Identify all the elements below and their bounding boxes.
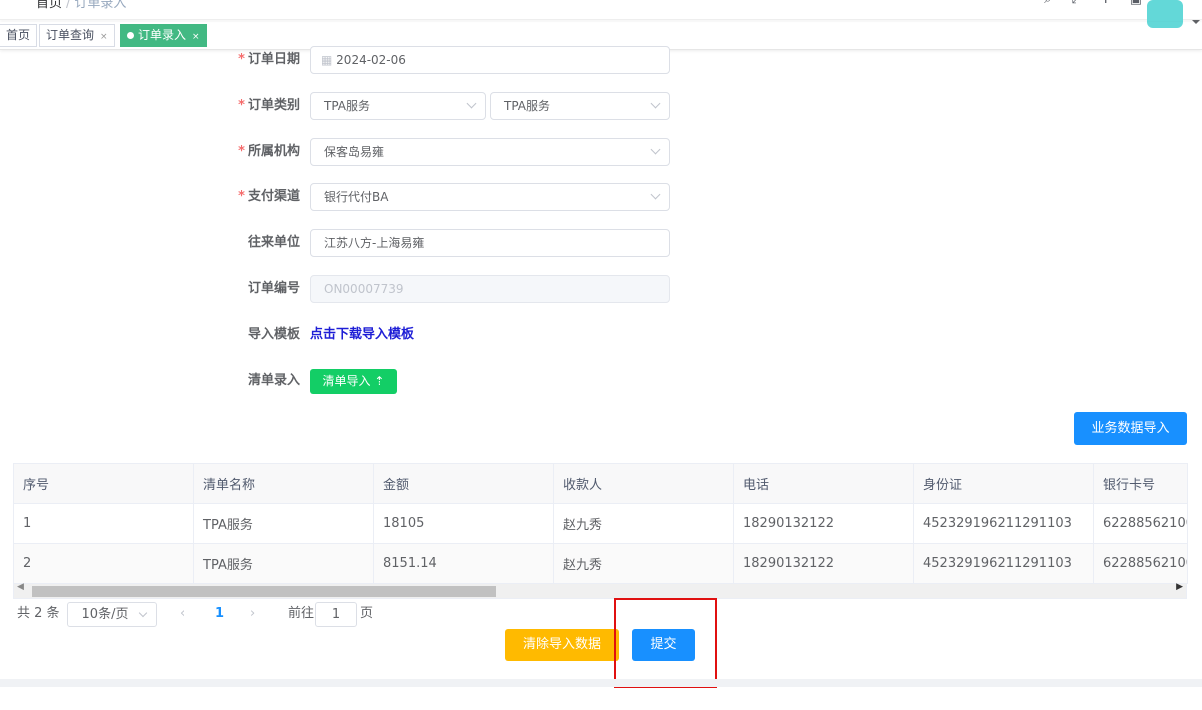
col-header: 电话 <box>733 463 914 504</box>
close-icon[interactable]: × <box>192 32 200 42</box>
table-row: 2 TPA服务 8151.14 赵九秀 18290132122 4523291962112… <box>13 543 1188 584</box>
chevron-down-icon <box>466 98 477 109</box>
next-page-icon[interactable]: › <box>250 602 255 626</box>
template-label: 导入模板 <box>247 327 300 342</box>
fullscreen-icon[interactable]: ⤢ <box>1071 0 1081 7</box>
col-header: 序号 <box>13 463 194 504</box>
highlight-box <box>614 598 717 688</box>
order-date-picker[interactable]: ▦ 2024-02-06 <box>310 46 670 74</box>
order-type-select-2[interactable]: TPA服务 <box>490 92 670 120</box>
col-header: 收款人 <box>553 463 734 504</box>
scrollbar-thumb[interactable] <box>32 586 496 597</box>
calendar-icon: ▦ <box>321 53 333 67</box>
layout-icon[interactable]: ▣ <box>1130 0 1142 7</box>
divider <box>0 679 1202 687</box>
prev-page-icon[interactable]: ‹ <box>180 602 185 626</box>
order-type-select-1[interactable]: TPA服务 <box>310 92 486 120</box>
chevron-down-icon <box>650 189 661 200</box>
upload-icon: ⇡ <box>374 374 385 388</box>
col-header: 金额 <box>373 463 554 504</box>
breadcrumb: 首页 / 订单录入 <box>36 0 126 11</box>
chevron-down-icon <box>138 608 148 618</box>
scroll-right-icon: ▶ <box>1176 582 1183 592</box>
pagination-total: 共 2 条 <box>17 606 60 621</box>
clear-import-button[interactable]: 清除导入数据 <box>505 629 619 661</box>
col-header: 银行卡号 <box>1093 463 1188 504</box>
order-type-label: 订单类别 <box>247 98 300 113</box>
biz-data-import-button[interactable]: 业务数据导入 <box>1074 412 1187 445</box>
search-icon[interactable]: ⌕ <box>1044 0 1051 7</box>
page-number[interactable]: 1 <box>215 602 224 626</box>
page-size-select[interactable]: 10条/页 <box>67 602 157 627</box>
col-header: 清单名称 <box>193 463 374 504</box>
chevron-down-icon <box>650 98 661 109</box>
list-entry-label: 清单录入 <box>247 373 300 388</box>
org-select[interactable]: 保客岛易雍 <box>310 138 670 166</box>
order-no-input: ON00007739 <box>310 275 670 303</box>
tab-order-entry[interactable]: 订单录入 × <box>120 24 207 47</box>
tab-home[interactable]: 首页 <box>0 24 38 47</box>
breadcrumb-home[interactable]: 首页 <box>36 0 62 11</box>
top-navbar: 首页/订单录入 ⌕ ⤢ T ▣ <box>0 0 1202 20</box>
pay-channel-label: 支付渠道 <box>247 189 300 204</box>
org-label: 所属机构 <box>247 144 300 159</box>
import-table: 序号 清单名称 金额 收款人 电话 身份证 银行卡号 1 TPA服务 18105 赵九秀 18290… <box>13 463 1188 584</box>
size-icon[interactable]: T <box>1102 0 1110 7</box>
partner-label: 往来单位 <box>247 235 300 250</box>
horizontal-scrollbar[interactable]: ◀ ▶ <box>13 582 1187 599</box>
goto-label: 前往 <box>288 606 315 621</box>
goto-page-input[interactable]: 1 <box>315 602 357 627</box>
col-header: 身份证 <box>913 463 1094 504</box>
table-header-row: 序号 清单名称 金额 收款人 电话 身份证 银行卡号 <box>13 463 1188 504</box>
close-icon[interactable]: × <box>100 32 108 42</box>
order-date-label: 订单日期 <box>247 52 300 67</box>
tab-order-query[interactable]: 订单查询 × <box>39 24 115 47</box>
page-suffix: 页 <box>360 606 374 621</box>
scroll-left-icon: ◀ <box>17 582 24 592</box>
partner-input[interactable]: 江苏八方-上海易雍 <box>310 229 670 257</box>
breadcrumb-current: 订单录入 <box>74 0 127 11</box>
chevron-down-icon <box>650 144 661 155</box>
pay-channel-select[interactable]: 银行代付BA <box>310 183 670 211</box>
table-row: 1 TPA服务 18105 赵九秀 18290132122 452329196211291… <box>13 503 1188 544</box>
download-template-link[interactable]: 点击下载导入模板 <box>310 321 414 349</box>
list-import-button[interactable]: 清单导入 ⇡ <box>310 369 397 394</box>
order-no-label: 订单编号 <box>247 281 300 296</box>
